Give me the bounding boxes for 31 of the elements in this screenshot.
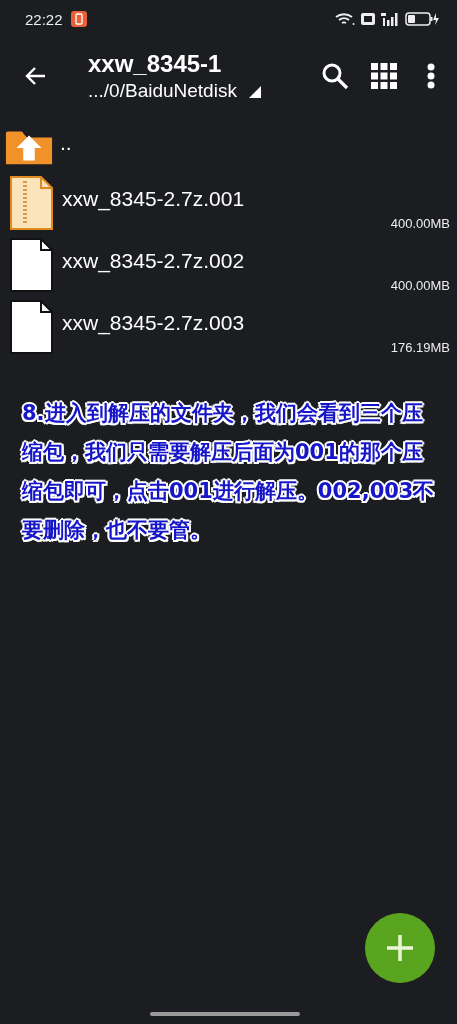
back-arrow-icon bbox=[24, 66, 46, 86]
file-row[interactable]: .. bbox=[0, 122, 457, 172]
archive-file-icon bbox=[9, 176, 53, 230]
battery-charging-icon bbox=[405, 12, 439, 26]
file-size: 176.19MB bbox=[390, 340, 450, 355]
file-row[interactable]: xxw_8345-2.7z.003 176.19MB bbox=[0, 296, 457, 358]
file-size: 400.00MB bbox=[390, 216, 450, 231]
grid-icon bbox=[371, 63, 397, 89]
status-time: 22:22 bbox=[25, 10, 63, 28]
file-icon bbox=[9, 300, 53, 354]
back-button[interactable] bbox=[24, 66, 46, 86]
folder-title: xxw_8345-1 bbox=[88, 50, 223, 78]
file-name: xxw_8345-2.7z.002 bbox=[62, 249, 245, 273]
file-row[interactable]: xxw_8345-2.7z.002 400.00MB bbox=[0, 234, 457, 296]
app-notification-icon bbox=[70, 11, 87, 27]
plus-icon bbox=[387, 935, 413, 961]
tutorial-annotation: 8.进入到解压的文件夹，我们会看到三个压缩包，我们只需要解压后面为001的那个压缩包即可，点击001进行解压。002,003不要删除，也不要管。 bbox=[22, 400, 436, 544]
file-size: 400.00MB bbox=[390, 278, 450, 293]
file-name: xxw_8345-2.7z.001 bbox=[62, 187, 245, 211]
signal-icon bbox=[381, 12, 399, 26]
wifi-icon bbox=[335, 12, 355, 26]
file-row[interactable]: xxw_8345-2.7z.001 400.00MB bbox=[0, 172, 457, 234]
folder-path: .../0/BaiduNetdisk bbox=[88, 80, 237, 102]
file-icon bbox=[9, 238, 53, 292]
grid-view-button[interactable] bbox=[371, 62, 397, 90]
search-icon bbox=[321, 62, 349, 90]
dropdown-triangle-icon[interactable] bbox=[248, 86, 261, 98]
search-button[interactable] bbox=[321, 62, 349, 90]
more-options-icon bbox=[427, 63, 435, 89]
file-name: .. bbox=[60, 131, 72, 155]
file-name: xxw_8345-2.7z.003 bbox=[62, 311, 245, 335]
